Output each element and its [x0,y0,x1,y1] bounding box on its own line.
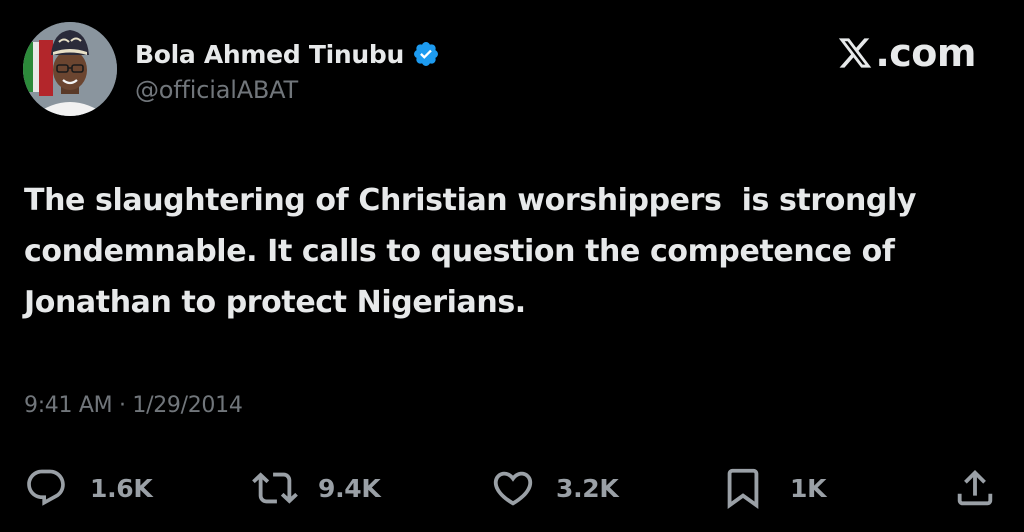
tweet-text: The slaughtering of Christian worshipper… [24,183,917,320]
author-avatar[interactable] [23,22,117,116]
author-display-name[interactable]: Bola Ahmed Tinubu [135,40,404,69]
action-bar: 1.6K 9.4K 3.2K 1K [0,462,1024,514]
repost-count: 9.4K [318,473,381,503]
like-count: 3.2K [556,473,619,503]
reply-count: 1.6K [90,473,153,503]
author-handle[interactable]: @officialABAT [135,76,298,104]
reply-button[interactable]: 1.6K [24,462,153,514]
reply-icon [27,469,65,506]
bookmark-count: 1K [790,473,827,503]
avatar-photo [23,22,117,116]
tweet-card: Bola Ahmed Tinubu @officialABAT .com The… [0,0,1024,532]
bookmark-button[interactable]: 1K [720,462,826,514]
verified-badge-icon [412,40,440,68]
brand-watermark: .com [837,30,976,76]
like-button[interactable]: 3.2K [490,462,619,514]
repost-button[interactable]: 9.4K [252,462,381,514]
heart-icon [493,471,533,506]
brand-domain-text: .com [875,31,976,75]
share-button[interactable] [952,462,998,514]
bookmark-icon [727,468,759,509]
tweet-timestamp[interactable]: 9:41 AM · 1/29/2014 [24,393,243,418]
share-icon [957,469,993,506]
author-name-row[interactable]: Bola Ahmed Tinubu [135,36,440,72]
repost-icon [252,472,298,504]
x-logo-icon [839,38,872,68]
